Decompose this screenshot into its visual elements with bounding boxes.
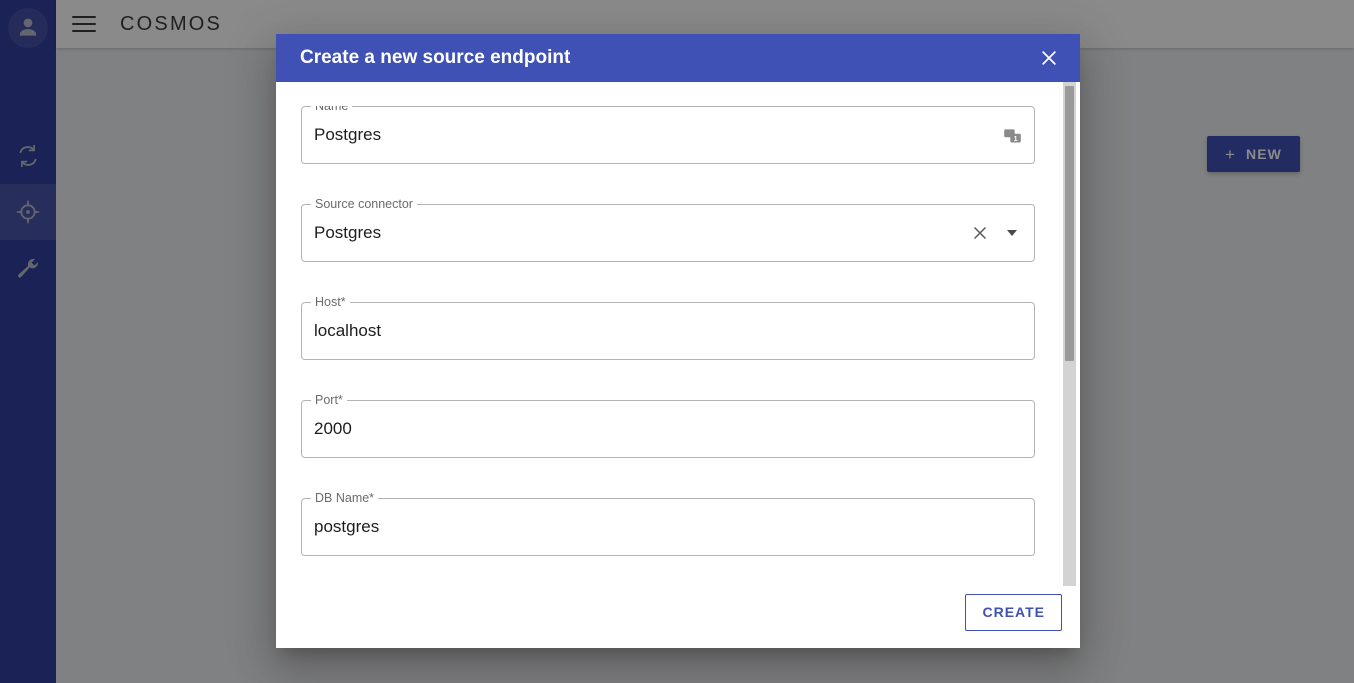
chevron-down-icon [1007, 230, 1017, 236]
close-button[interactable] [1034, 43, 1064, 73]
field-host: Host* [301, 294, 1035, 360]
host-input[interactable] [301, 302, 1035, 360]
name-field-adornment: 1 [999, 106, 1025, 164]
dialog-scrollbar-thumb[interactable] [1065, 86, 1074, 361]
field-port: Port* [301, 392, 1035, 458]
create-button[interactable]: CREATE [965, 593, 1062, 631]
create-source-endpoint-dialog: Create a new source endpoint Name 1 [276, 34, 1080, 648]
dialog-body: Name 1 Source connector [276, 82, 1080, 586]
dialog-scrollbar[interactable] [1063, 82, 1076, 586]
name-input[interactable] [301, 106, 1035, 164]
fields-scroll-viewport: Name 1 Source connector [301, 106, 1055, 586]
source-connector-adornment [967, 204, 1025, 262]
field-name: Name 1 [301, 106, 1035, 164]
clear-x-icon [974, 227, 986, 239]
field-db-name: DB Name* [301, 490, 1035, 556]
dropdown-toggle-button[interactable] [999, 220, 1025, 246]
port-input[interactable] [301, 400, 1035, 458]
field-source-connector: Source connector [301, 196, 1035, 262]
clear-button[interactable] [967, 220, 993, 246]
dialog-header: Create a new source endpoint [276, 34, 1080, 82]
dialog-title: Create a new source endpoint [300, 47, 571, 68]
dynamic-feed-button[interactable]: 1 [999, 122, 1025, 148]
close-x-icon [1042, 51, 1056, 65]
db-name-input[interactable] [301, 498, 1035, 556]
dialog-footer: CREATE [276, 586, 1080, 648]
source-connector-input[interactable] [301, 204, 1035, 262]
svg-text:1: 1 [1013, 136, 1017, 143]
dynamic-feed-icon: 1 [1003, 128, 1021, 143]
